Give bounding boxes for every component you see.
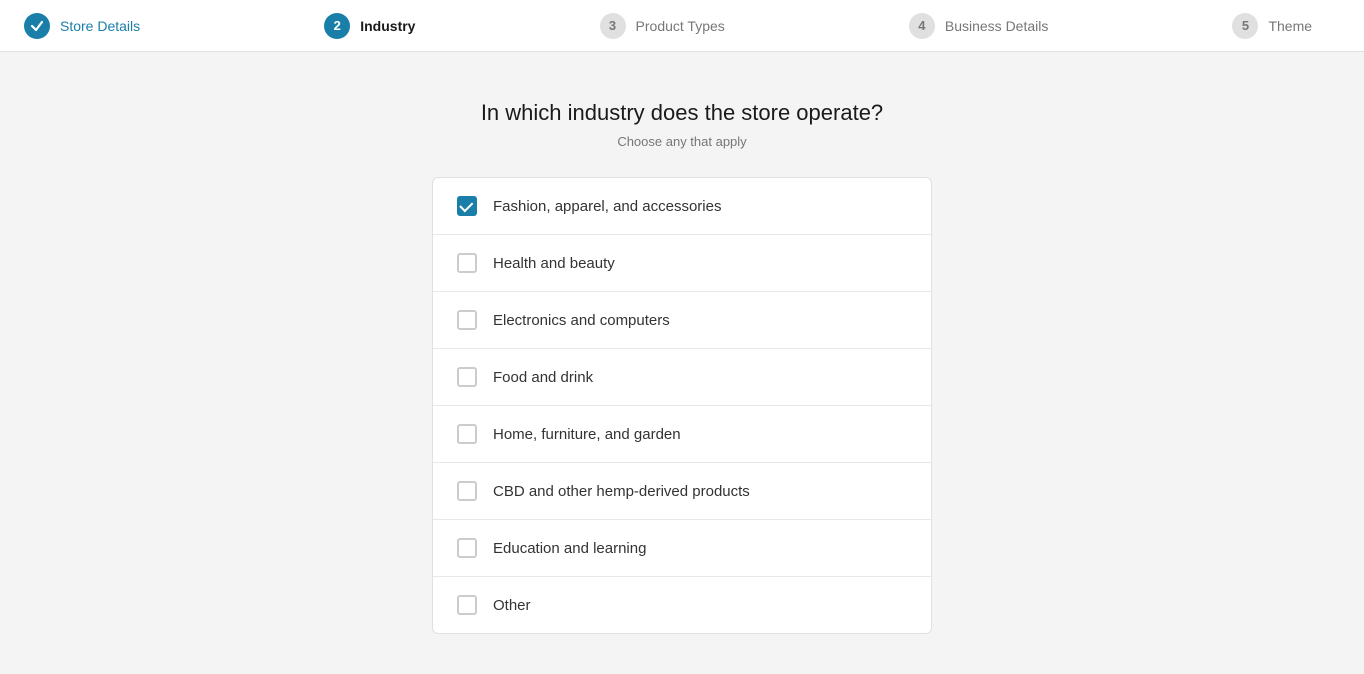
page-title: In which industry does the store operate… bbox=[481, 100, 883, 126]
nav-step-industry: 2 Industry bbox=[324, 13, 443, 39]
checkbox-cbd[interactable] bbox=[457, 481, 477, 501]
option-row-education[interactable]: Education and learning bbox=[433, 520, 931, 577]
option-row-home[interactable]: Home, furniture, and garden bbox=[433, 406, 931, 463]
options-card: Fashion, apparel, and accessories Health … bbox=[432, 177, 932, 634]
option-label-electronics: Electronics and computers bbox=[493, 312, 670, 329]
step-circle-business-details: 4 bbox=[909, 13, 935, 39]
nav-step-theme[interactable]: 5 Theme bbox=[1232, 13, 1340, 39]
option-label-home: Home, furniture, and garden bbox=[493, 426, 681, 443]
nav-step-store-details[interactable]: Store Details bbox=[24, 13, 168, 39]
nav-step-business-details[interactable]: 4 Business Details bbox=[909, 13, 1077, 39]
step-label-product-types: Product Types bbox=[636, 18, 725, 34]
checkbox-health[interactable] bbox=[457, 253, 477, 273]
option-row-cbd[interactable]: CBD and other hemp-derived products bbox=[433, 463, 931, 520]
step-label-store-details: Store Details bbox=[60, 18, 140, 34]
step-circle-industry: 2 bbox=[324, 13, 350, 39]
checkbox-other[interactable] bbox=[457, 595, 477, 615]
step-circle-product-types: 3 bbox=[600, 13, 626, 39]
step-label-business-details: Business Details bbox=[945, 18, 1049, 34]
option-label-health: Health and beauty bbox=[493, 255, 615, 272]
option-row-fashion[interactable]: Fashion, apparel, and accessories bbox=[433, 178, 931, 235]
option-label-education: Education and learning bbox=[493, 540, 646, 557]
page-subtitle: Choose any that apply bbox=[617, 134, 746, 149]
checkbox-electronics[interactable] bbox=[457, 310, 477, 330]
option-row-other[interactable]: Other bbox=[433, 577, 931, 633]
step-circle-theme: 5 bbox=[1232, 13, 1258, 39]
main-content: In which industry does the store operate… bbox=[0, 52, 1364, 674]
option-label-fashion: Fashion, apparel, and accessories bbox=[493, 198, 721, 215]
checkbox-home[interactable] bbox=[457, 424, 477, 444]
option-label-cbd: CBD and other hemp-derived products bbox=[493, 483, 750, 500]
step-label-industry: Industry bbox=[360, 18, 415, 34]
option-row-electronics[interactable]: Electronics and computers bbox=[433, 292, 931, 349]
checkbox-food[interactable] bbox=[457, 367, 477, 387]
checkbox-education[interactable] bbox=[457, 538, 477, 558]
nav-step-product-types[interactable]: 3 Product Types bbox=[600, 13, 753, 39]
checkbox-fashion[interactable] bbox=[457, 196, 477, 216]
step-circle-store-details bbox=[24, 13, 50, 39]
option-row-health[interactable]: Health and beauty bbox=[433, 235, 931, 292]
option-row-food[interactable]: Food and drink bbox=[433, 349, 931, 406]
option-label-other: Other bbox=[493, 597, 531, 614]
top-nav: Store Details 2 Industry 3 Product Types 4 Bus… bbox=[0, 0, 1364, 52]
step-label-theme: Theme bbox=[1268, 18, 1312, 34]
option-label-food: Food and drink bbox=[493, 369, 593, 386]
